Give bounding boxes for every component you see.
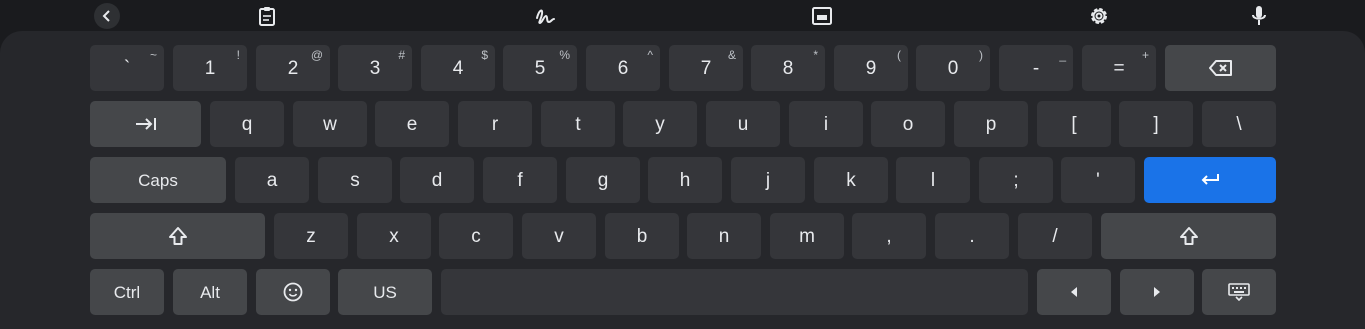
key-6[interactable]: 6 ^	[586, 45, 660, 91]
floating-mode-button[interactable]	[809, 3, 835, 29]
key-comma[interactable]: ,	[852, 213, 926, 259]
key-period[interactable]: .	[935, 213, 1009, 259]
key-4[interactable]: 4 $	[421, 45, 495, 91]
caps-lock-key[interactable]: Caps	[90, 157, 226, 203]
arrow-left-key[interactable]	[1037, 269, 1111, 315]
key-minus[interactable]: - _	[999, 45, 1073, 91]
key-right-bracket[interactable]: ]	[1119, 101, 1193, 147]
backspace-icon	[1208, 60, 1232, 76]
key-i[interactable]: i	[789, 101, 863, 147]
key-d[interactable]: d	[400, 157, 474, 203]
shift-icon	[168, 227, 187, 245]
key-u[interactable]: u	[706, 101, 780, 147]
key-m[interactable]: m	[770, 213, 844, 259]
key-slash[interactable]: /	[1018, 213, 1092, 259]
key-r[interactable]: r	[458, 101, 532, 147]
key-8[interactable]: 8 *	[751, 45, 825, 91]
handwriting-button[interactable]	[532, 3, 558, 29]
key-l[interactable]: l	[896, 157, 970, 203]
shift-icon	[1179, 227, 1198, 245]
key-e[interactable]: e	[375, 101, 449, 147]
key-left-bracket[interactable]: [	[1037, 101, 1111, 147]
arrow-left-icon	[1071, 287, 1077, 297]
key-backslash[interactable]: \	[1202, 101, 1276, 147]
clipboard-icon	[259, 7, 275, 26]
settings-icon	[1091, 8, 1107, 24]
floating-mode-icon	[812, 7, 832, 25]
enter-icon	[1201, 174, 1219, 185]
key-j[interactable]: j	[731, 157, 805, 203]
key-f[interactable]: f	[483, 157, 557, 203]
tab-key[interactable]	[90, 101, 201, 147]
keyboard-toolbar	[0, 0, 1365, 32]
key-p[interactable]: p	[954, 101, 1028, 147]
key-x[interactable]: x	[357, 213, 431, 259]
handwriting-icon	[536, 9, 555, 25]
key-c[interactable]: c	[439, 213, 513, 259]
key-g[interactable]: g	[566, 157, 640, 203]
back-button[interactable]	[94, 3, 120, 29]
key-9[interactable]: 9(	[834, 45, 908, 91]
key-5[interactable]: 5%	[503, 45, 577, 91]
hide-keyboard-key[interactable]	[1202, 269, 1276, 315]
key-w[interactable]: w	[293, 101, 367, 147]
key-backtick[interactable]: ` ~	[90, 45, 164, 91]
back-icon	[102, 10, 110, 22]
key-o[interactable]: o	[871, 101, 945, 147]
key-k[interactable]: k	[814, 157, 888, 203]
clipboard-button[interactable]	[254, 3, 280, 29]
key-b[interactable]: b	[605, 213, 679, 259]
key-7[interactable]: 7 &	[669, 45, 743, 91]
language-key[interactable]: US	[338, 269, 432, 315]
key-1[interactable]: 1!	[173, 45, 247, 91]
emoji-key[interactable]	[256, 269, 330, 315]
enter-key[interactable]	[1144, 157, 1276, 203]
left-shift-key[interactable]	[90, 213, 265, 259]
key-0[interactable]: 0)	[916, 45, 990, 91]
emoji-icon	[283, 282, 303, 302]
microphone-icon	[1252, 6, 1266, 25]
alt-key[interactable]: Alt	[173, 269, 247, 315]
voice-input-button[interactable]	[1246, 3, 1272, 29]
key-2[interactable]: 2 @	[256, 45, 330, 91]
space-key[interactable]	[441, 269, 1028, 315]
backspace-key[interactable]	[1165, 45, 1276, 91]
key-equals[interactable]: = +	[1082, 45, 1156, 91]
key-a[interactable]: a	[235, 157, 309, 203]
settings-button[interactable]	[1086, 3, 1112, 29]
key-h[interactable]: h	[648, 157, 722, 203]
ctrl-key[interactable]: Ctrl	[90, 269, 164, 315]
key-t[interactable]: t	[541, 101, 615, 147]
key-z[interactable]: z	[274, 213, 348, 259]
key-y[interactable]: y	[623, 101, 697, 147]
key-n[interactable]: n	[687, 213, 761, 259]
key-3[interactable]: 3 #	[338, 45, 412, 91]
key-s[interactable]: s	[318, 157, 392, 203]
right-shift-key[interactable]	[1101, 213, 1276, 259]
key-quote[interactable]: '	[1061, 157, 1135, 203]
key-q[interactable]: q	[210, 101, 284, 147]
key-semicolon[interactable]: ;	[979, 157, 1053, 203]
key-v[interactable]: v	[522, 213, 596, 259]
arrow-right-key[interactable]	[1120, 269, 1194, 315]
arrow-right-icon	[1154, 287, 1160, 297]
tab-icon	[135, 118, 156, 130]
hide-keyboard-icon	[1228, 283, 1250, 301]
